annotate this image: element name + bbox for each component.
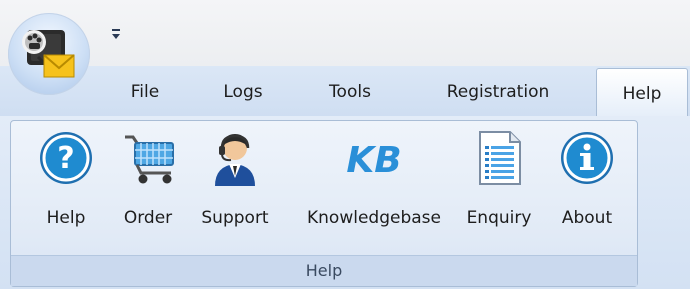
qat-dropdown-icon[interactable]: [110, 27, 122, 41]
svg-text:?: ?: [57, 141, 74, 176]
ribbon-tabs: File Logs Tools Registration Help: [0, 66, 690, 117]
help-button[interactable]: ? Help: [33, 129, 99, 239]
group-label: Help: [11, 255, 637, 286]
kb-logo-icon: KB: [346, 140, 401, 181]
support-button-label: Support: [201, 208, 269, 228]
help-group: ? Help Order Support KB Knowledgebase En…: [10, 120, 638, 287]
tab-registration[interactable]: Registration: [435, 78, 561, 106]
document-icon: [479, 131, 521, 185]
support-button[interactable]: Support: [197, 129, 273, 239]
help-button-label: Help: [46, 208, 86, 228]
knowledgebase-button[interactable]: KB Knowledgebase: [293, 129, 455, 239]
knowledgebase-button-label: Knowledgebase: [307, 208, 441, 228]
about-button[interactable]: About: [549, 129, 625, 239]
ribbon-panel: ? Help Order Support KB Knowledgebase En…: [0, 116, 690, 289]
title-bar: [0, 0, 690, 66]
enquiry-button-label: Enquiry: [466, 208, 532, 228]
enquiry-button[interactable]: Enquiry: [461, 129, 537, 239]
tab-logs[interactable]: Logs: [217, 78, 269, 106]
svg-text:KB: KB: [346, 140, 401, 181]
info-icon: [561, 132, 613, 184]
help-question-icon: ?: [40, 132, 92, 184]
tab-tools[interactable]: Tools: [321, 78, 379, 106]
app-menu-button[interactable]: [8, 13, 90, 95]
support-agent-icon: [215, 134, 255, 186]
order-button[interactable]: Order: [115, 129, 181, 239]
about-button-label: About: [561, 208, 613, 228]
shopping-cart-icon: [125, 135, 174, 184]
tab-help[interactable]: Help: [596, 68, 688, 117]
tab-file[interactable]: File: [128, 78, 162, 106]
app-logo-icon: [22, 30, 75, 78]
order-button-label: Order: [123, 208, 173, 228]
